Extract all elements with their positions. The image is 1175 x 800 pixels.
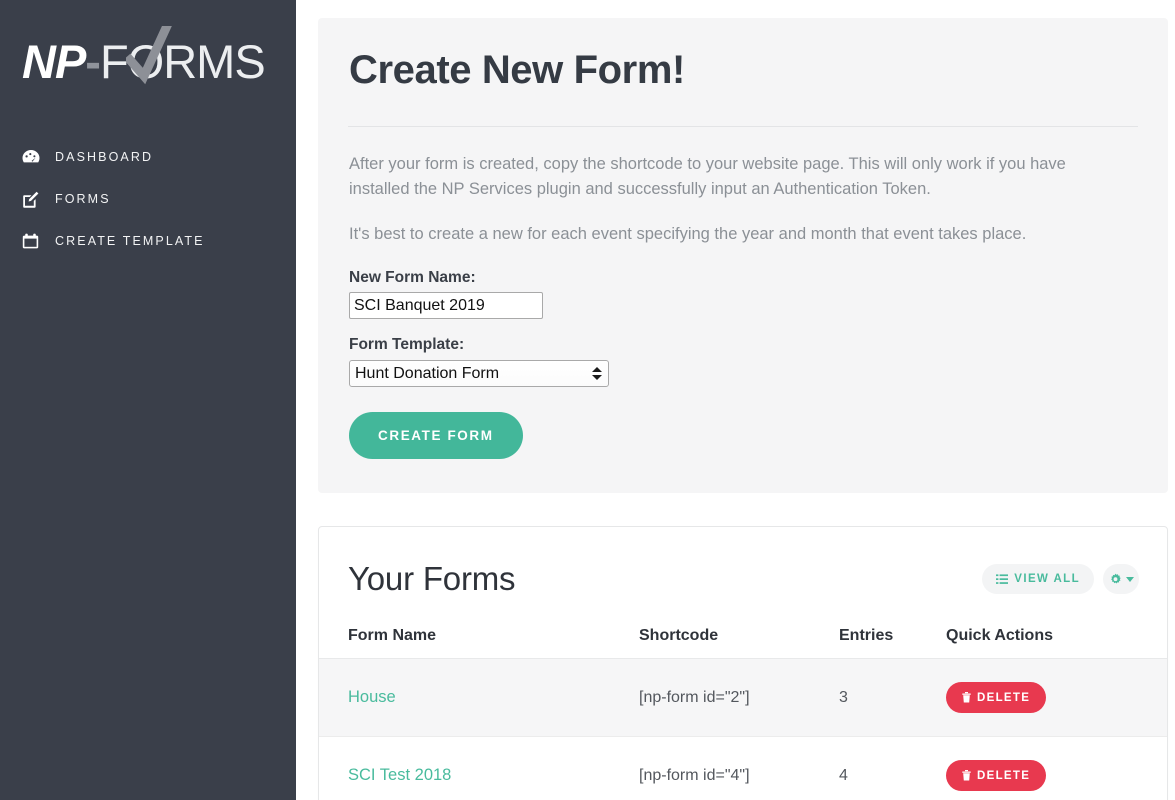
page-title: Create New Form! (349, 48, 685, 92)
brand-logo[interactable]: NP-FORMS (0, 0, 296, 120)
create-form-button[interactable]: Create Form (349, 412, 523, 460)
logo-text-forms: FORMS (99, 35, 266, 88)
sidebar-nav: Dashboard Forms (0, 136, 296, 262)
sidebar-item-forms[interactable]: Forms (22, 178, 296, 220)
form-shortcode: [np-form id="4"] (639, 766, 750, 784)
sidebar-item-create-template[interactable]: Create Template (22, 220, 296, 262)
logo-text-np: NP (22, 35, 86, 88)
intro-paragraph-2: It's best to create a new for each event… (349, 225, 1027, 244)
dashboard-gauge-icon (22, 148, 44, 166)
form-name-link[interactable]: House (348, 688, 396, 706)
form-shortcode: [np-form id="2"] (639, 688, 750, 706)
column-header-quick-actions: Quick Actions (946, 616, 1167, 660)
logo-text-dash: - (85, 35, 101, 88)
sidebar-item-dashboard[interactable]: Dashboard (22, 136, 296, 178)
your-forms-title: Your Forms (348, 560, 516, 598)
sidebar-item-label: Forms (55, 192, 111, 206)
form-template-select[interactable]: Hunt Donation Form (349, 360, 609, 388)
forms-settings-dropdown-button[interactable] (1103, 564, 1139, 595)
gear-icon (1109, 573, 1122, 586)
column-header-form-name: Form Name (319, 616, 639, 660)
your-forms-header: Your Forms VIEW ALL (319, 551, 1167, 607)
view-all-button[interactable]: View All (982, 564, 1094, 595)
form-name-input[interactable] (349, 292, 543, 320)
form-entries-count: 3 (839, 688, 848, 706)
your-forms-card: Your Forms VIEW ALL Form Name Shortcode … (318, 526, 1168, 800)
forms-table-body: House [np-form id="2"] 3 DELETE SCI Test… (319, 658, 1167, 800)
delete-form-button[interactable]: Delete (946, 760, 1047, 792)
calendar-icon (22, 232, 44, 250)
trash-icon (962, 692, 971, 703)
sidebar-item-label: Dashboard (55, 150, 154, 164)
intro-paragraph-1: After your form is created, copy the sho… (349, 155, 1066, 199)
app-root: NP-FORMS Dashboard (0, 0, 1175, 800)
view-all-label: View All (1014, 573, 1080, 586)
edit-square-icon (22, 190, 44, 208)
list-icon (996, 574, 1009, 585)
trash-icon (962, 770, 971, 781)
chevron-down-icon (1125, 576, 1134, 582)
new-form-fields: New Form Name: Form Template: Hunt Donat… (348, 269, 1138, 460)
main-content: Create New Form! After your form is crea… (296, 0, 1175, 800)
title-divider (348, 126, 1138, 127)
table-row: House [np-form id="2"] 3 DELETE (319, 658, 1167, 738)
delete-form-button[interactable]: Delete (946, 682, 1047, 714)
sidebar-item-label: Create Template (55, 234, 205, 248)
form-template-selected-value: Hunt Donation Form (355, 364, 500, 382)
form-name-link[interactable]: SCI Test 2018 (348, 766, 451, 784)
table-row: SCI Test 2018 [np-form id="4"] 4 DELETE (319, 736, 1167, 800)
delete-button-label: Delete (977, 691, 1031, 704)
create-form-card: Create New Form! After your form is crea… (318, 18, 1168, 494)
sidebar: NP-FORMS Dashboard (0, 0, 296, 800)
delete-button-label: Delete (977, 769, 1031, 782)
forms-table: Form Name Shortcode Entries Quick Action… (319, 616, 1167, 800)
your-forms-actions: View All (982, 564, 1139, 595)
column-header-shortcode: Shortcode (639, 616, 839, 660)
table-header-row: Form Name Shortcode Entries Quick Action… (319, 616, 1167, 660)
form-template-label: Form Template: (349, 336, 465, 354)
form-entries-count: 4 (839, 766, 848, 784)
column-header-entries: Entries (839, 616, 946, 660)
form-name-label: New Form Name: (349, 269, 476, 287)
forms-table-head: Form Name Shortcode Entries Quick Action… (319, 616, 1167, 660)
